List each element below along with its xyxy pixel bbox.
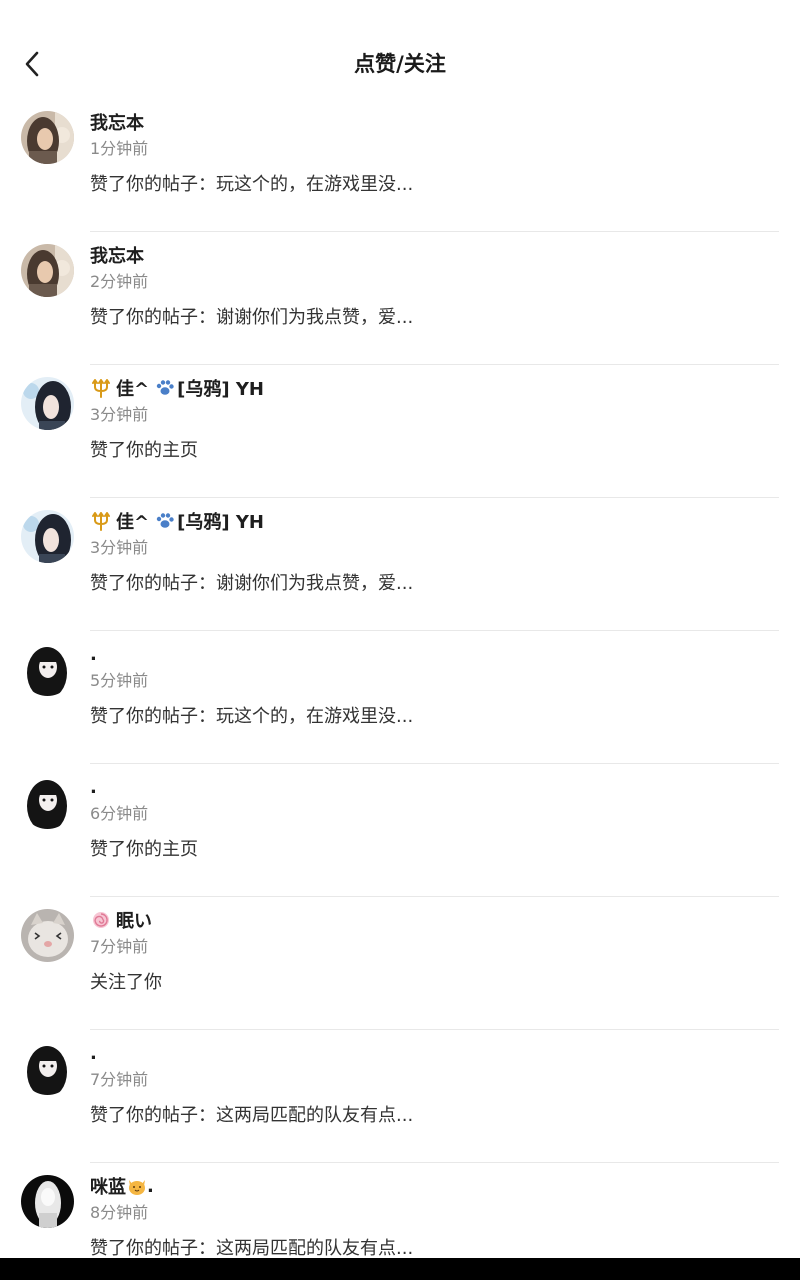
user-name[interactable]: 眠い [116, 907, 152, 933]
name-row: 佳^ [乌鸦] YH [90, 506, 779, 536]
anime-dark-hair-avatar-icon [21, 643, 74, 696]
notification-message: 赞了你的帖子：这两局匹配的队友有点... [90, 1105, 414, 1126]
avatar[interactable] [21, 1042, 74, 1095]
notification-list: 我忘本 1分钟前 赞了你的帖子：玩这个的，在游戏里没... 我忘本 2分钟前 赞… [0, 99, 800, 1280]
user-name[interactable]: 佳^ [116, 375, 149, 401]
notification-message: 赞了你的帖子：玩这个的，在游戏里没... [90, 706, 414, 727]
notification-item[interactable]: 我忘本 2分钟前 赞了你的帖子：谢谢你们为我点赞，爱... [0, 232, 800, 365]
notification-item[interactable]: . 7分钟前 赞了你的帖子：这两局匹配的队友有点... [0, 1030, 800, 1163]
timestamp: 5分钟前 [90, 671, 149, 690]
notification-content: . 5分钟前 赞了你的帖子：玩这个的，在游戏里没... [90, 639, 779, 731]
lollipop-icon [90, 909, 112, 931]
timestamp: 6分钟前 [90, 804, 149, 823]
user-name-suffix: [乌鸦] YH [177, 512, 264, 533]
notification-message: 赞了你的帖子：谢谢你们为我点赞，爱... [90, 573, 414, 594]
notification-item[interactable]: 眠い 7分钟前 关注了你 [0, 897, 800, 1030]
notification-content: 眠い 7分钟前 关注了你 [90, 905, 779, 997]
dark-anime-avatar-icon [21, 1175, 74, 1228]
user-name[interactable]: 我忘本 [90, 109, 144, 135]
avatar[interactable] [21, 909, 74, 962]
timestamp: 8分钟前 [90, 1203, 149, 1222]
notification-item[interactable]: . 5分钟前 赞了你的帖子：玩这个的，在游戏里没... [0, 631, 800, 764]
cat-avatar-icon [21, 909, 74, 962]
system-navigation-bar [0, 1258, 800, 1280]
avatar[interactable] [21, 244, 74, 297]
notification-content: . 7分钟前 赞了你的帖子：这两局匹配的队友有点... [90, 1038, 779, 1130]
notification-message: 关注了你 [90, 972, 162, 993]
avatar[interactable] [21, 776, 74, 829]
name-row: . [90, 772, 779, 802]
notification-content: 我忘本 1分钟前 赞了你的帖子：玩这个的，在游戏里没... [90, 107, 779, 199]
user-name[interactable]: . [90, 644, 97, 665]
notification-item[interactable]: . 6分钟前 赞了你的主页 [0, 764, 800, 897]
notification-message: 赞了你的主页 [90, 839, 198, 860]
trident-icon [90, 377, 112, 399]
timestamp: 3分钟前 [90, 405, 149, 424]
name-row: 眠い [90, 905, 779, 935]
app-screen: 点赞/关注 我忘本 1分钟前 赞了你的帖子：玩这个的，在游戏里没... 我忘本 … [0, 0, 800, 1280]
avatar[interactable] [21, 1175, 74, 1228]
avatar[interactable] [21, 377, 74, 430]
timestamp: 3分钟前 [90, 538, 149, 557]
name-row: 咪蓝 . [90, 1171, 779, 1201]
name-row: . [90, 639, 779, 669]
anime-dark-hair-avatar-icon [21, 1042, 74, 1095]
anime-girl-avatar-icon [21, 377, 74, 430]
girl-photo-avatar-icon [21, 244, 74, 297]
avatar[interactable] [21, 111, 74, 164]
header-bar: 点赞/关注 [0, 0, 800, 110]
notification-item[interactable]: 我忘本 1分钟前 赞了你的帖子：玩这个的，在游戏里没... [0, 99, 800, 232]
notification-content: . 6分钟前 赞了你的主页 [90, 772, 779, 864]
avatar[interactable] [21, 643, 74, 696]
paw-icon [155, 378, 175, 398]
name-row: 佳^ [乌鸦] YH [90, 373, 779, 403]
user-name[interactable]: 佳^ [116, 508, 149, 534]
user-name[interactable]: 我忘本 [90, 242, 144, 268]
user-name[interactable]: 咪蓝 [90, 1173, 126, 1199]
cat-face-icon [127, 1176, 147, 1196]
timestamp: 7分钟前 [90, 937, 149, 956]
notification-item[interactable]: 佳^ [乌鸦] YH 3分钟前 赞了你的帖子：谢谢你们为我点赞，爱... [0, 498, 800, 631]
girl-photo-avatar-icon [21, 111, 74, 164]
timestamp: 1分钟前 [90, 139, 149, 158]
notification-item[interactable]: 佳^ [乌鸦] YH 3分钟前 赞了你的主页 [0, 365, 800, 498]
notification-content: 咪蓝 . 8分钟前 赞了你的帖子：这两局匹配的队友有点... [90, 1171, 779, 1263]
notification-message: 赞了你的帖子：玩这个的，在游戏里没... [90, 174, 414, 195]
page-title: 点赞/关注 [354, 52, 446, 76]
notification-message: 赞了你的主页 [90, 440, 198, 461]
paw-icon [155, 511, 175, 531]
name-row: 我忘本 [90, 107, 779, 137]
user-name[interactable]: . [90, 777, 97, 798]
name-row: 我忘本 [90, 240, 779, 270]
trident-icon [90, 510, 112, 532]
avatar[interactable] [21, 510, 74, 563]
name-row: . [90, 1038, 779, 1068]
timestamp: 7分钟前 [90, 1070, 149, 1089]
anime-dark-hair-avatar-icon [21, 776, 74, 829]
notification-content: 佳^ [乌鸦] YH 3分钟前 赞了你的主页 [90, 373, 779, 465]
timestamp: 2分钟前 [90, 272, 149, 291]
user-name-suffix: [乌鸦] YH [177, 379, 264, 400]
user-name[interactable]: . [90, 1043, 97, 1064]
anime-girl-avatar-icon [21, 510, 74, 563]
user-name-suffix: . [147, 1175, 154, 1197]
notification-message: 赞了你的帖子：谢谢你们为我点赞，爱... [90, 307, 414, 328]
notification-content: 佳^ [乌鸦] YH 3分钟前 赞了你的帖子：谢谢你们为我点赞，爱... [90, 506, 779, 598]
notification-content: 我忘本 2分钟前 赞了你的帖子：谢谢你们为我点赞，爱... [90, 240, 779, 332]
